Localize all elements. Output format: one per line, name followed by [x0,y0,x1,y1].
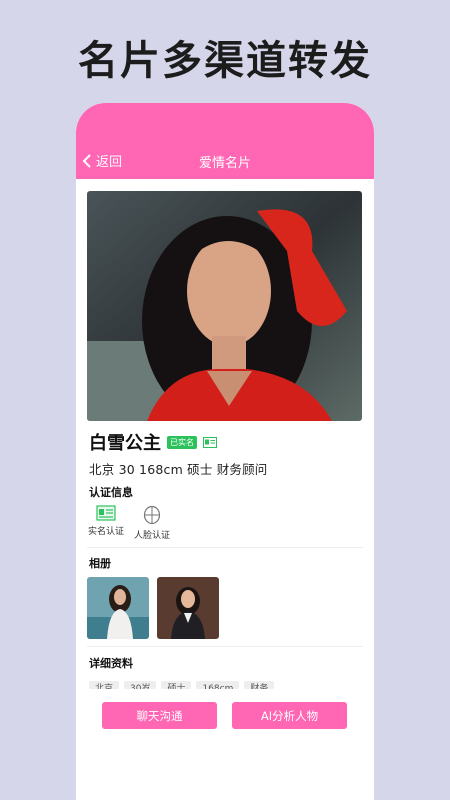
navigation-bar: 返回 爱情名片 [76,103,374,179]
verified-badge: 已实名 [167,435,197,449]
phone-screen: 返回 爱情名片 白雪公主 已实名 北京 30 168cm 硕士 财务顾问 认证信… [76,103,374,800]
verification-list: 实名认证 人脸认证 [86,505,172,541]
ai-analysis-button[interactable]: AI分析人物 [232,702,347,729]
chat-button[interactable]: 聊天沟通 [102,702,217,729]
album-title: 相册 [89,557,111,570]
promo-headline: 名片多渠道转发 [78,38,372,84]
verify-face-label: 人脸认证 [133,531,170,541]
verify-real-name-label: 实名认证 [87,527,124,537]
album-gallery [87,577,219,639]
verify-real-name[interactable]: 实名认证 [86,505,126,541]
name-row: 白雪公主 已实名 [89,429,217,455]
detail-tag: 30岁 [124,681,157,689]
detail-tag: 北京 [89,681,120,689]
profile-info: 北京 30 168cm 硕士 财务顾问 [89,462,268,477]
details-tags: 北京 30岁 硕士 168cm 财务 [89,681,275,689]
details-title: 详细资料 [89,657,133,670]
face-scan-icon [143,505,161,525]
divider [87,646,363,647]
id-card-icon [203,436,217,448]
verification-title: 认证信息 [89,486,133,499]
profile-photo[interactable] [87,191,362,421]
divider [87,547,363,548]
profile-name: 白雪公主 [89,433,161,454]
album-photo[interactable] [87,577,149,639]
detail-tag: 硕士 [161,681,192,689]
album-photo[interactable] [157,577,219,639]
detail-tag: 168cm [196,681,240,689]
detail-tag: 财务 [244,681,275,689]
page-title: 爱情名片 [198,156,251,171]
id-card-icon [96,505,116,521]
verify-face[interactable]: 人脸认证 [132,505,172,541]
